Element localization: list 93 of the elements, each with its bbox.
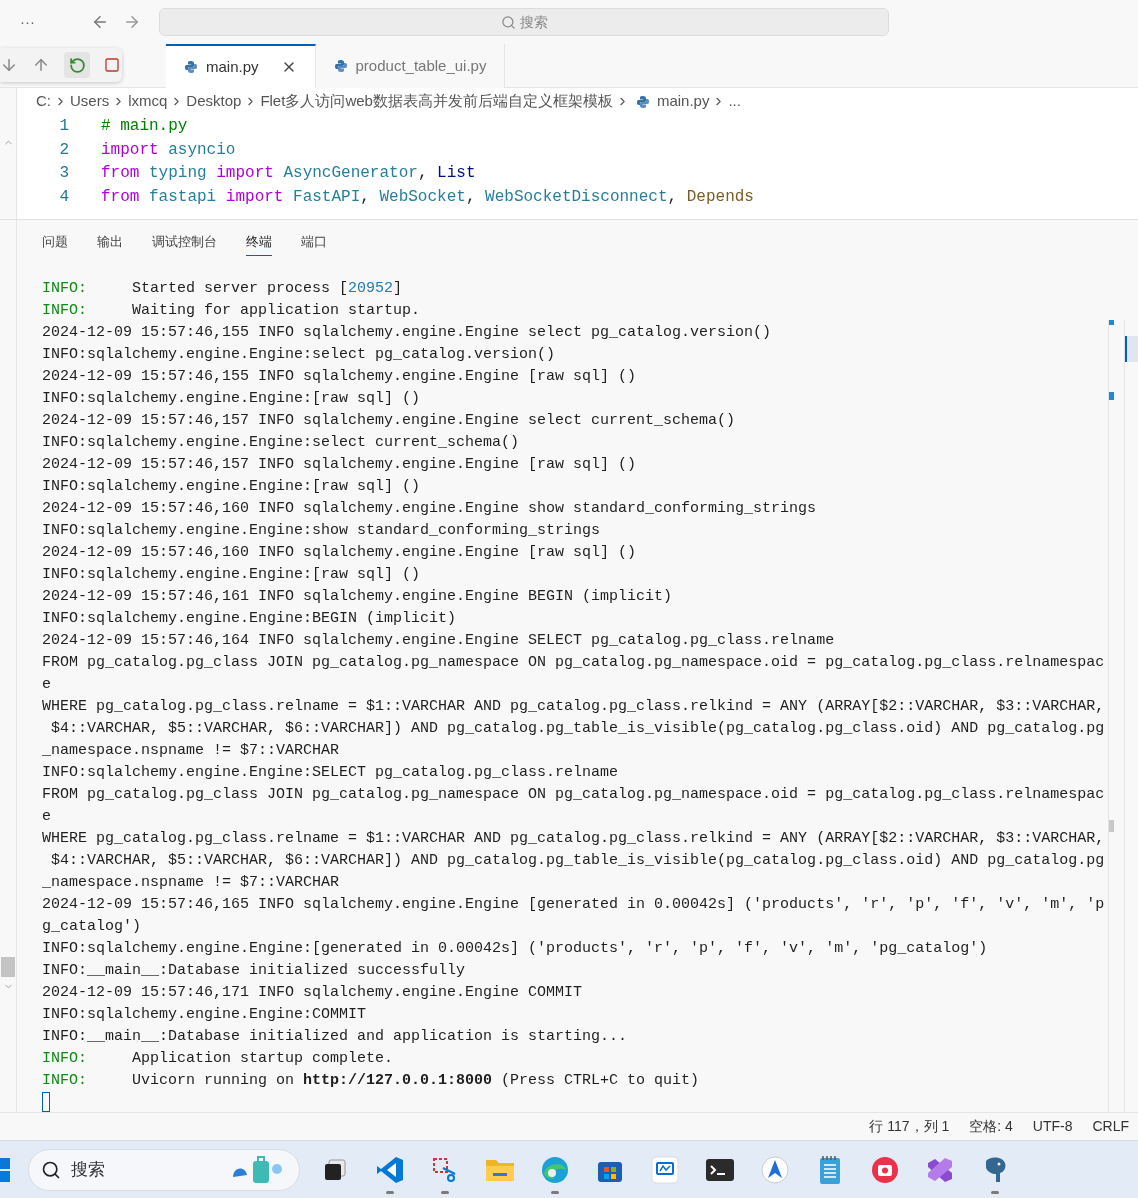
terminal-line: INFO:sqlalchemy.engine.Engine:BEGIN (implicit) xyxy=(42,609,457,629)
breadcrumb-item[interactable]: C: xyxy=(36,90,51,113)
panel-tab[interactable]: 端口 xyxy=(301,227,327,257)
terminal-line: INFO:__main__:Database initialized and application is starting... xyxy=(42,1027,628,1047)
status-item[interactable]: 空格: 4 xyxy=(969,1116,1013,1137)
terminal-line: $4::VARCHAR, $5::VARCHAR, $6::VARCHAR]) AND pg_catalog.pg_table_is_visible(pg_catalog.pg_class.oid) AND pg_catalog.pg xyxy=(50,851,1105,871)
python-icon xyxy=(333,59,348,73)
compass-icon[interactable] xyxy=(760,1155,789,1184)
python-icon xyxy=(184,60,198,74)
panel-tab[interactable]: 调试控制台 xyxy=(152,227,217,257)
terminal-line: INFO:sqlalchemy.engine.Engine:[raw sql] () xyxy=(42,389,421,409)
terminal-line: 2024-12-09 15:57:46,161 INFO sqlalchemy.engine.Engine BEGIN (implicit) xyxy=(42,587,673,607)
breadcrumb-item[interactable]: ... xyxy=(728,90,741,113)
terminal-line: WHERE pg_catalog.pg_class.relname = $1::VARCHAR AND pg_catalog.pg_class.relkind = ANY (ARRAY[$2::VARCHAR, $3::VARCHAR, xyxy=(42,697,1105,717)
terminal-line: 2024-12-09 15:57:46,164 INFO sqlalchemy.engine.Engine SELECT pg_catalog.pg_class.relname xyxy=(42,631,835,651)
terminal-line: 2024-12-09 15:57:46,157 INFO sqlalchemy.engine.Engine [raw sql] () xyxy=(42,455,637,475)
monitor-icon[interactable] xyxy=(650,1155,679,1184)
terminal-line: INFO:__main__:Database initialized successfully xyxy=(42,961,466,981)
restart-button[interactable] xyxy=(64,52,90,78)
scroll-marker xyxy=(1109,320,1114,325)
search-icon xyxy=(41,1159,61,1180)
scroll-marker xyxy=(1109,820,1114,832)
status-item[interactable]: CRLF xyxy=(1092,1116,1129,1137)
panel-tab[interactable]: 问题 xyxy=(42,227,68,257)
windows-logo-icon[interactable] xyxy=(0,1157,10,1182)
scrollbar-thumb[interactable] xyxy=(1125,336,1138,362)
restart-icon xyxy=(68,56,86,74)
terminal-line: INFO:sqlalchemy.engine.Engine:COMMIT xyxy=(42,1005,367,1025)
code-line: import asyncio xyxy=(101,139,236,161)
terminal-line: INFO:sqlalchemy.engine.Engine:[raw sql] () xyxy=(42,565,421,585)
running-indicator xyxy=(990,1190,999,1194)
terminal-line: 2024-12-09 15:57:46,171 INFO sqlalchemy.engine.Engine COMMIT xyxy=(42,983,583,1003)
terminal-line: INFO:sqlalchemy.engine.Engine:[raw sql] () xyxy=(42,477,421,497)
status-item[interactable]: 行 117，列 1 xyxy=(869,1116,950,1137)
running-indicator xyxy=(550,1190,559,1194)
line-number: 4 xyxy=(58,186,69,208)
terminal-line: e xyxy=(42,807,51,827)
forward-arrow-icon[interactable] xyxy=(123,13,141,31)
editor-tab[interactable]: main.py xyxy=(166,44,316,88)
stop-icon[interactable] xyxy=(104,57,120,73)
panel-tab[interactable]: 输出 xyxy=(97,227,123,257)
terminal-line: INFO:sqlalchemy.engine.Engine:[generated in 0.00042s] ('products', 'r', 'p', 'f', 'v', 'm', 'pg_catalog') xyxy=(42,939,988,959)
running-indicator xyxy=(385,1190,394,1194)
line-number: 2 xyxy=(58,139,69,161)
terminal-line: 2024-12-09 15:57:46,157 INFO sqlalchemy.engine.Engine select current_schema() xyxy=(42,411,736,431)
line-number: 1 xyxy=(58,116,69,137)
running-indicator xyxy=(440,1190,449,1194)
more-menu-button[interactable]: ··· xyxy=(20,10,44,34)
terminal-line: INFO:sqlalchemy.engine.Engine:show standard_conforming_strings xyxy=(42,521,601,541)
terminal-icon[interactable] xyxy=(704,1156,735,1183)
terminal-line: _namespace.nspname != $7::VARCHAR xyxy=(42,741,340,761)
camera-icon[interactable] xyxy=(870,1155,899,1184)
taskbar-search-field[interactable]: 搜索 xyxy=(28,1148,300,1191)
terminal-line: 2024-12-09 15:57:46,160 INFO sqlalchemy.engine.Engine [raw sql] () xyxy=(42,543,637,563)
terminal-line: INFO: Application startup complete. xyxy=(42,1049,394,1069)
code-line: from typing import AsyncGenerator, List xyxy=(101,163,476,184)
python-icon xyxy=(635,94,650,109)
terminal-line: 2024-12-09 15:57:46,155 INFO sqlalchemy.engine.Engine [raw sql] () xyxy=(42,367,637,387)
terminal-line: INFO: Waiting for application startup. xyxy=(42,301,421,321)
terminal-line: INFO: Uvicorn running on http://127.0.0.1:8000 (Press CTRL+C to quit) xyxy=(42,1071,700,1091)
terminal-line: INFO: Started server process [20952] xyxy=(42,279,403,299)
terminal-line: $4::VARCHAR, $5::VARCHAR, $6::VARCHAR]) AND pg_catalog.pg_table_is_visible(pg_catalog.pg_class.oid) AND pg_catalog.pg xyxy=(50,719,1105,739)
terminal-cursor xyxy=(42,1092,50,1112)
breadcrumb-item[interactable]: lxmcq xyxy=(128,90,168,113)
terminal-line: 2024-12-09 15:57:46,160 INFO sqlalchemy.engine.Engine show standard_conforming_strings xyxy=(42,499,817,519)
terminal-line: FROM pg_catalog.pg_class JOIN pg_catalog.pg_namespace ON pg_catalog.pg_namespace.oid = pg_catalog.pg_class.relnamespac xyxy=(42,785,1105,805)
browser-icon[interactable] xyxy=(539,1154,570,1185)
breadcrumb-item[interactable]: Users xyxy=(70,90,110,113)
scrollbar-thumb[interactable] xyxy=(1,957,15,977)
terminal-line: INFO:sqlalchemy.engine.Engine:select pg_catalog.version() xyxy=(42,345,556,365)
editor-tab[interactable]: product_table_ui.py xyxy=(315,44,506,88)
terminal-line: INFO:sqlalchemy.engine.Engine:select current_schema() xyxy=(42,433,520,453)
terminal-line: g_catalog') xyxy=(42,917,142,937)
breadcrumb-item[interactable]: main.py xyxy=(656,90,710,113)
code-line: # main.py xyxy=(101,116,188,137)
panel-tab[interactable]: 终端 xyxy=(246,227,272,257)
breadcrumb-item[interactable]: Desktop xyxy=(186,90,242,113)
terminal-line: 2024-12-09 15:57:46,155 INFO sqlalchemy.engine.Engine select pg_catalog.version() xyxy=(42,323,772,343)
down-arrow-icon[interactable] xyxy=(0,56,18,74)
breadcrumb-item[interactable]: Flet多人访问web数据表高并发前后端自定义框架模板 xyxy=(260,90,613,113)
scroll-marker xyxy=(1109,392,1114,400)
terminal-line: _namespace.nspname != $7::VARCHAR xyxy=(42,873,340,893)
terminal-line: 2024-12-09 15:57:46,165 INFO sqlalchemy.engine.Engine [generated in 0.00042s] ('products', 'r', 'p', 'f', 'v', 'm', 'p xyxy=(42,895,1105,915)
code-editor-icon[interactable] xyxy=(374,1154,405,1185)
search-icon xyxy=(500,14,516,30)
terminal-line: INFO:sqlalchemy.engine.Engine:SELECT pg_catalog.pg_class.relname xyxy=(42,763,619,783)
terminal-line: e xyxy=(42,675,51,695)
terminal-line: FROM pg_catalog.pg_class JOIN pg_catalog.pg_namespace ON pg_catalog.pg_namespace.oid = pg_catalog.pg_class.relnamespac xyxy=(42,653,1105,673)
status-item[interactable]: UTF-8 xyxy=(1032,1116,1073,1137)
notepad-icon[interactable] xyxy=(817,1154,842,1185)
code-line: from fastapi import FastAPI, WebSocket, WebSocketDisconnect, Depends xyxy=(101,186,754,208)
terminal-line: WHERE pg_catalog.pg_class.relname = $1::VARCHAR AND pg_catalog.pg_class.relkind = ANY (ARRAY[$2::VARCHAR, $3::VARCHAR, xyxy=(42,829,1105,849)
line-number: 3 xyxy=(58,163,69,184)
